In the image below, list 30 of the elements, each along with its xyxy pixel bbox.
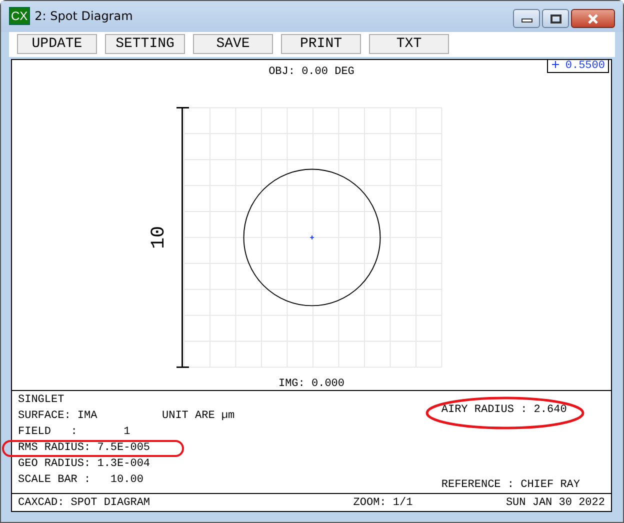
image-label: IMG: 0.000 — [278, 378, 344, 390]
zoom-label: ZOOM: 1/1 — [353, 496, 413, 508]
info-line: SCALE BAR : 10.00 — [18, 475, 144, 486]
info-line: FIELD : 1 — [18, 427, 130, 438]
info-line: SURFACE: IMA — [18, 411, 98, 422]
reference-label: REFERENCE : CHIEF RAY — [441, 480, 580, 491]
info-line: RMS RADIUS: 7.5E-005 — [18, 443, 150, 454]
airy-radius: AIRY RADIUS : 2.640 — [441, 405, 568, 416]
app-icon: CX — [9, 7, 30, 26]
maximize-button[interactable] — [542, 9, 569, 28]
minimize-button[interactable] — [513, 9, 540, 28]
date-label: SUN JAN 30 2022 — [506, 496, 605, 508]
close-button[interactable] — [571, 9, 615, 28]
info-line: GEO RADIUS: 1.3E-004 — [18, 459, 150, 470]
object-label: OBJ: 0.00 DEG — [268, 66, 354, 78]
window-title: 2: Spot Diagram — [34, 9, 134, 24]
toolbar-button[interactable]: PRINT — [281, 34, 361, 54]
toolbar-button[interactable]: SAVE — [193, 34, 273, 54]
maximize-icon — [550, 14, 562, 24]
toolbar-button[interactable]: UPDATE — [17, 34, 97, 54]
toolbar-button[interactable]: SETTING — [105, 34, 185, 54]
status-text: CAXCAD: SPOT DIAGRAM — [18, 496, 150, 508]
info-line: SINGLET — [18, 395, 64, 406]
scale-label: 10 — [146, 226, 169, 249]
toolbar-button[interactable]: TXT — [369, 34, 449, 54]
spot-point — [309, 235, 314, 240]
close-icon — [587, 14, 599, 24]
field-legend: 0.5500 — [546, 60, 609, 73]
plus-icon — [552, 61, 559, 68]
units-label: UNIT ARE µm — [162, 411, 235, 424]
